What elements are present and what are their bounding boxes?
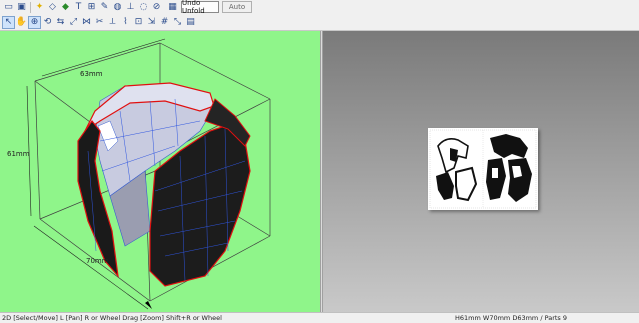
edit-edges-icon[interactable]: ⤢	[67, 16, 80, 29]
arrange-parts-icon[interactable]: ⊡	[132, 16, 145, 29]
cylinder-icon[interactable]: ◍	[111, 1, 124, 14]
zoom-icon[interactable]: ⊕	[28, 16, 41, 29]
main-toolbar: ▭ ▣ ✦ ◇ ◆ T ⊞ ✎ ◍ ⊥ ◌ ⊘ ▦ Undo Unfold Au…	[0, 0, 639, 16]
join-icon[interactable]: ⋈	[80, 16, 93, 29]
split-icon[interactable]: ✂	[93, 16, 106, 29]
pattern-part-right	[486, 134, 532, 202]
flip-icon[interactable]: ⇆	[54, 16, 67, 29]
wand-icon[interactable]: ✦	[33, 1, 46, 14]
status-dimensions: H61mm W70mm D63mm / Parts 9	[455, 314, 567, 322]
dimension-top-label: 63mm	[80, 70, 103, 78]
dimension-bottom-label: 70mm	[86, 257, 109, 265]
3d-model-canvas[interactable]: 63mm 61mm 70mm	[0, 31, 320, 312]
status-hint: 2D [Select/Move] L [Pan] R or Wheel Drag…	[2, 314, 222, 322]
glue-tab-icon[interactable]: ⊘	[150, 1, 163, 14]
ring-icon[interactable]: ◌	[137, 1, 150, 14]
fold-line-icon[interactable]: ⌇	[119, 16, 132, 29]
2d-view[interactable]	[323, 31, 639, 312]
unfolded-pattern	[429, 129, 537, 209]
plane-tool-icon[interactable]: ◇	[46, 1, 59, 14]
fold-icon[interactable]: ⊞	[85, 1, 98, 14]
cone-icon[interactable]: ⊥	[124, 1, 137, 14]
rotate-icon[interactable]: ⟲	[41, 16, 54, 29]
toolbar-separator	[30, 2, 31, 13]
dimension-left-label: 61mm	[7, 150, 30, 158]
paint-icon[interactable]: ✎	[98, 1, 111, 14]
pattern-part-left	[436, 138, 478, 202]
text-tool-icon[interactable]: T	[72, 1, 85, 14]
save-icon[interactable]: ▣	[15, 1, 28, 14]
scale-icon[interactable]: ⇲	[145, 16, 158, 29]
grid-icon[interactable]: ▦	[166, 1, 179, 14]
view-toolbar: ↖ ✋ ⊕ ⟲ ⇆ ⤢ ⋈ ✂ ⟂ ⌇ ⊡ ⇲ # ⤡ ▤	[0, 15, 639, 31]
select-move-icon[interactable]: ↖	[2, 16, 15, 29]
pan-icon[interactable]: ✋	[15, 16, 28, 29]
undo-unfold-button[interactable]: Undo Unfold	[181, 0, 219, 15]
auto-button[interactable]: Auto	[222, 1, 252, 13]
new-file-icon[interactable]: ▭	[2, 1, 15, 14]
fit-icon[interactable]: ⤡	[171, 16, 184, 29]
page-icon[interactable]: ▤	[184, 16, 197, 29]
edge-icon[interactable]: ⟂	[106, 16, 119, 29]
status-bar: 2D [Select/Move] L [Pan] R or Wheel Drag…	[0, 312, 639, 323]
3d-view[interactable]: 63mm 61mm 70mm	[0, 31, 320, 312]
grid-snap-icon[interactable]: #	[158, 16, 171, 29]
paper-sheet	[428, 128, 538, 210]
3d-model	[77, 82, 251, 287]
color-tool-icon[interactable]: ◆	[59, 1, 72, 14]
